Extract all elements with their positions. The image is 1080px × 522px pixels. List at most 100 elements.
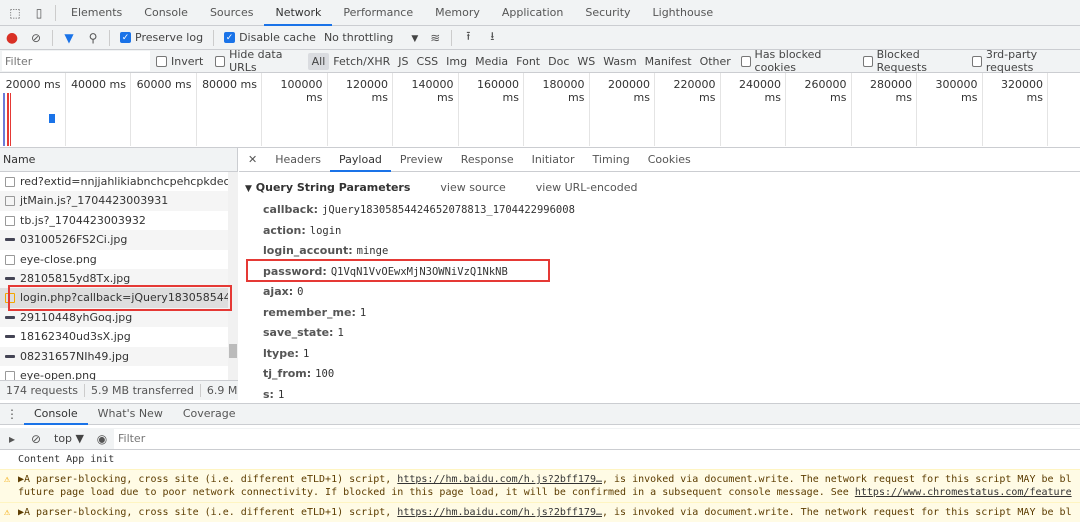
tab-elements[interactable]: Elements [60,0,133,26]
warning-text: ▶A parser-blocking, cross site (i.e. dif… [18,474,398,485]
inspect-element-icon[interactable]: ⬚ [6,6,24,20]
type-filter-other[interactable]: Other [696,53,735,70]
timeline-tick-label: 280000 ms [852,73,917,146]
blocked-requests-checkbox[interactable]: Blocked Requests [862,48,960,74]
export-har-icon[interactable]: ⭳ [483,27,501,48]
request-row[interactable]: jtMain.js?_1704423003931 [0,191,228,211]
type-filter-font[interactable]: Font [512,53,544,70]
network-overview-timeline[interactable]: 20000 ms 40000 ms 60000 ms 80000 ms 100000 m… [0,73,1080,148]
detail-tab-initiator[interactable]: Initiator [523,148,584,172]
type-filter-doc[interactable]: Doc [544,53,573,70]
param-value: 1 [277,388,285,401]
chromestatus-link[interactable]: https://www.chromestatus.com/feature [855,487,1072,498]
type-filter-fetch-xhr[interactable]: Fetch/XHR [329,53,394,70]
drawer-tab-coverage[interactable]: Coverage [173,403,246,425]
import-har-icon[interactable]: ⭱ [459,27,477,48]
network-summary-bar: 174 requests 5.9 MB transferred 6.9 MB r… [0,380,238,400]
qsp-header[interactable]: ▼ Query String Parameters view source view… [245,180,1074,194]
more-tools-icon[interactable]: ⋮ [3,407,21,421]
param-value: 1 [337,327,344,339]
request-list-scrollbar[interactable] [228,172,238,380]
type-filter-css[interactable]: CSS [413,53,443,70]
has-blocked-cookies-checkbox[interactable]: Has blocked cookies [740,48,851,74]
timeline-tick-label: 240000 ms [721,73,786,146]
param-row: action: login [245,221,1074,242]
section-title: Query String Parameters [255,180,411,194]
drawer-tab-console[interactable]: Console [24,403,88,425]
view-url-encoded-link[interactable]: view URL-encoded [536,181,638,194]
preserve-log-checkbox[interactable]: ✓ Preserve log [120,31,203,44]
tab-performance[interactable]: Performance [332,0,424,26]
detail-tab-headers[interactable]: Headers [266,148,330,172]
record-icon[interactable]: ● [3,30,21,46]
third-party-checkbox[interactable]: 3rd-party requests [972,48,1074,74]
type-filter-img[interactable]: Img [442,53,471,70]
devtools-tabbar: ⬚ ▯ Elements Console Sources Network Perform… [0,0,1080,26]
tab-network[interactable]: Network [264,0,333,26]
tab-lighthouse[interactable]: Lighthouse [642,0,725,26]
tab-memory[interactable]: Memory [424,0,491,26]
checkbox-checked-icon: ✓ [224,32,236,43]
type-filter-ws[interactable]: WS [573,53,599,70]
network-conditions-icon[interactable]: ≋ [426,31,444,45]
search-icon[interactable]: ⚲ [84,31,102,45]
script-link[interactable]: https://hm.baidu.com/h.js?2bff179… [397,474,602,485]
sidebar-toggle-icon[interactable]: ▸ [3,432,21,446]
clear-console-icon[interactable]: ⊘ [27,432,45,446]
tab-application[interactable]: Application [491,0,574,26]
console-toolbar: ▸ ⊘ top ▼ ◉ [0,428,1080,450]
timeline-tick-label: 220000 ms [655,73,721,146]
close-detail-icon[interactable]: ✕ [239,148,266,172]
filter-icon[interactable]: ▼ [60,31,78,45]
hide-data-urls-checkbox[interactable]: Hide data URLs [215,48,301,74]
context-select[interactable]: top ▼ [54,432,84,445]
request-row[interactable]: red?extid=nnjjahlikiabnchcpehcpkdeckfgn [0,172,228,191]
console-filter-input[interactable] [113,428,1080,449]
live-expression-eye-icon[interactable]: ◉ [93,432,111,446]
param-key: ltype: [263,346,299,360]
tab-sources[interactable]: Sources [199,0,265,26]
request-row[interactable]: tb.js?_1704423003932 [0,211,228,230]
request-row[interactable]: 18162340ud3sX.jpg [0,327,228,346]
scrollbar-thumb[interactable] [229,344,237,358]
request-row[interactable]: eye-close.png [0,250,228,269]
name-column-header[interactable]: Name [0,148,237,172]
tab-security[interactable]: Security [574,0,641,26]
detail-tab-cookies[interactable]: Cookies [639,148,700,172]
invert-checkbox[interactable]: Invert [156,55,203,68]
timeline-tick-label: 100000 ms [262,73,328,146]
checkbox-icon [740,55,751,67]
tab-console[interactable]: Console [133,0,199,26]
view-source-link[interactable]: view source [440,181,505,194]
request-name: eye-close.png [20,252,97,266]
request-row[interactable]: 08231657NIh49.jpg [0,346,228,366]
divider [55,4,56,21]
disable-cache-checkbox[interactable]: ✓ Disable cache [224,31,316,44]
param-key: s: [263,387,274,401]
collapse-triangle-icon: ▼ [245,183,252,194]
divider [109,29,110,46]
detail-tab-timing[interactable]: Timing [584,148,639,172]
clear-icon[interactable]: ⊘ [27,31,45,45]
drawer-tab-what-s-new[interactable]: What's New [88,403,173,425]
preserve-log-label: Preserve log [135,31,204,44]
param-value: 100 [315,368,335,380]
timeline-tick-label: 200000 ms [590,73,655,146]
console-output: Content App init ⚠ ▶A parser-blocking, cr… [0,450,1080,522]
device-toolbar-icon[interactable]: ▯ [30,6,48,20]
type-filter-js[interactable]: JS [394,53,412,70]
type-filter-all[interactable]: All [307,52,330,70]
request-name: 28105815yd8Tx.jpg [20,271,131,285]
checkbox-icon [862,55,873,67]
request-row[interactable]: 03100526FS2Ci.jpg [0,230,228,250]
type-filter-wasm[interactable]: Wasm [599,53,640,70]
param-key: action: [263,223,306,237]
throttling-select[interactable]: No throttling ▼ [324,31,418,44]
type-filter-media[interactable]: Media [471,53,512,70]
detail-tab-preview[interactable]: Preview [391,148,452,172]
detail-tab-payload[interactable]: Payload [330,148,391,172]
detail-tab-response[interactable]: Response [452,148,523,172]
filter-input[interactable] [2,51,150,71]
type-filter-manifest[interactable]: Manifest [641,53,696,70]
checkbox-icon [156,55,167,67]
